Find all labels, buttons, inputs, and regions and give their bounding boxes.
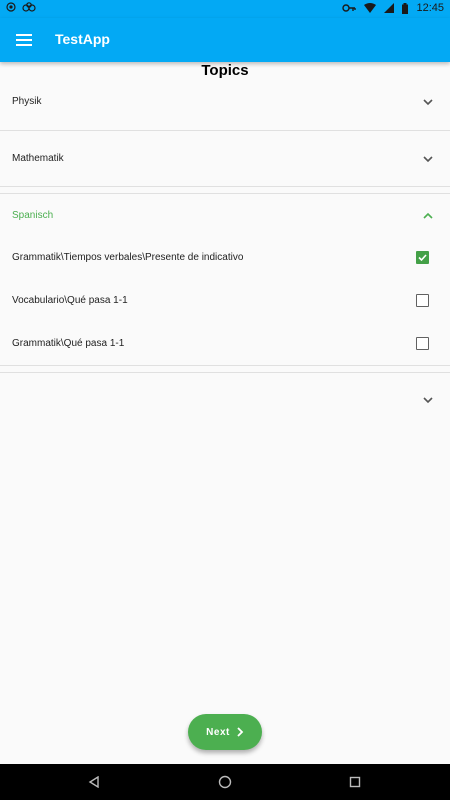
divider	[0, 186, 450, 187]
chevron-down-icon	[423, 99, 433, 106]
topic-physik[interactable]: Physik	[0, 88, 450, 116]
divider	[0, 365, 450, 366]
subtopic-label: Grammatik\Tiempos verbales\Presente de i…	[12, 252, 244, 263]
screen: 12:45 TestApp Topics Physik Mathematik S…	[0, 0, 450, 800]
next-button-label: Next	[206, 726, 230, 738]
app-bar: TestApp	[0, 18, 450, 62]
subtopic-label: Vocabulario\Qué pasa 1-1	[12, 295, 128, 306]
topic-label: Spanisch	[12, 210, 54, 221]
subtopic-row[interactable]: Grammatik\Tiempos verbales\Presente de i…	[0, 245, 450, 273]
topic-label: Mathematik	[12, 153, 64, 164]
record-icon	[6, 2, 16, 12]
navigation-bar	[0, 764, 450, 800]
battery-icon	[402, 2, 409, 14]
key-icon	[342, 3, 357, 13]
wifi-icon	[364, 3, 377, 13]
chevron-down-icon	[423, 156, 433, 163]
topic-unnamed[interactable]	[0, 386, 450, 414]
hamburger-menu-icon[interactable]	[12, 28, 36, 52]
subtopic-checkbox[interactable]	[416, 294, 429, 307]
page-title: Topics	[201, 62, 249, 79]
topic-label: Physik	[12, 96, 42, 107]
status-bar: 12:45	[0, 0, 450, 18]
subtopic-checkbox[interactable]	[416, 337, 429, 350]
status-time: 12:45	[416, 2, 444, 14]
back-icon[interactable]	[84, 772, 104, 792]
chevron-up-icon	[423, 212, 433, 219]
topic-spanisch[interactable]: Spanisch	[0, 202, 450, 230]
subtopic-label: Grammatik\Qué pasa 1-1	[12, 338, 125, 349]
subtopic-row[interactable]: Vocabulario\Qué pasa 1-1	[0, 288, 450, 316]
divider	[0, 130, 450, 131]
next-button[interactable]: Next	[188, 714, 262, 750]
chevron-right-icon	[237, 727, 244, 737]
chevron-down-icon	[423, 397, 433, 404]
divider	[0, 372, 450, 373]
subtopic-row[interactable]: Grammatik\Qué pasa 1-1	[0, 331, 450, 359]
divider	[0, 193, 450, 194]
sync-icon	[22, 2, 36, 12]
topic-mathematik[interactable]: Mathematik	[0, 145, 450, 173]
check-icon	[418, 254, 427, 262]
app-title: TestApp	[55, 31, 110, 47]
home-icon[interactable]	[215, 772, 235, 792]
signal-icon	[384, 3, 395, 13]
recents-icon[interactable]	[345, 772, 365, 792]
subtopic-checkbox[interactable]	[416, 251, 429, 264]
